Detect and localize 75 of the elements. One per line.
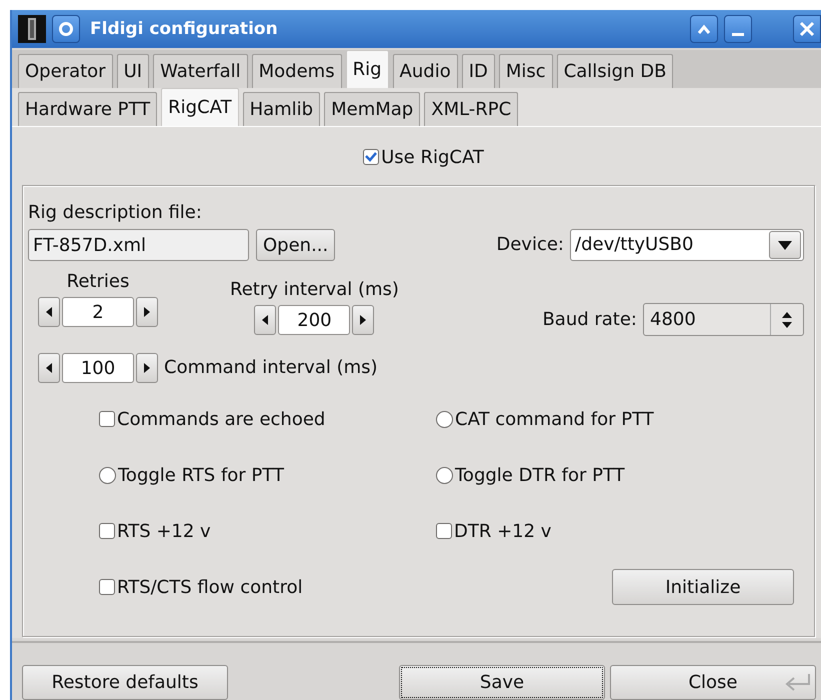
return-arrow-icon — [783, 672, 811, 692]
decrement-button[interactable] — [38, 297, 60, 327]
tab[interactable]: Callsign DB — [556, 54, 674, 88]
tab[interactable]: Misc — [498, 54, 553, 88]
tab[interactable]: Operator — [18, 54, 113, 88]
option-label: RTS +12 v — [117, 520, 211, 542]
increment-button[interactable] — [136, 353, 158, 383]
tab[interactable]: UI — [116, 54, 150, 88]
tab[interactable]: Rig — [346, 50, 389, 88]
checkbox[interactable] — [99, 579, 115, 595]
footer-button[interactable]: Close — [610, 665, 816, 700]
option-label: DTR +12 v — [454, 520, 552, 542]
increment-button[interactable] — [136, 297, 158, 327]
dropdown-value: /dev/ttyUSB0 — [575, 234, 694, 256]
field-label: Device: — [496, 234, 564, 256]
checkbox[interactable] — [363, 149, 380, 165]
device-dropdown[interactable]: /dev/ttyUSB0 — [570, 229, 804, 261]
close-button[interactable] — [793, 15, 821, 43]
right-triangle-icon — [144, 363, 150, 373]
checkbox[interactable] — [99, 411, 115, 427]
decrement-button[interactable] — [38, 353, 60, 383]
tab[interactable]: MemMap — [324, 92, 420, 126]
initialize-button[interactable]: Initialize — [612, 569, 794, 605]
left-triangle-icon — [46, 307, 52, 317]
number-field[interactable]: 100 — [62, 353, 134, 383]
footer-button[interactable]: Save — [399, 665, 605, 700]
field-label: Rig description file: — [28, 202, 203, 224]
increment-button[interactable] — [352, 305, 374, 335]
spinbox-value: 4800 — [650, 308, 696, 330]
footer-button[interactable]: Restore defaults — [22, 665, 228, 700]
checkbox[interactable] — [436, 523, 452, 539]
tab[interactable]: Modems — [252, 54, 342, 88]
tab[interactable]: Waterfall — [153, 54, 248, 88]
tab[interactable]: Hardware PTT — [18, 92, 158, 126]
radio-button[interactable] — [99, 466, 116, 484]
number-field[interactable]: 200 — [278, 305, 350, 335]
tab[interactable]: ID — [462, 54, 495, 88]
left-triangle-icon — [46, 363, 52, 373]
minimize-icon — [732, 33, 744, 36]
tab[interactable]: RigCAT — [161, 88, 239, 126]
tab[interactable]: XML-RPC — [424, 92, 518, 126]
spinner-label: Retries — [66, 271, 130, 293]
circle-icon — [58, 21, 74, 37]
option-label: Toggle DTR for PTT — [455, 464, 625, 486]
minimize-button[interactable] — [724, 15, 752, 43]
radio-button[interactable] — [436, 410, 453, 428]
app-logo-icon — [18, 15, 46, 43]
left-triangle-icon — [262, 315, 268, 325]
number-field[interactable]: 2 — [62, 297, 134, 327]
right-triangle-icon — [360, 315, 366, 325]
tab[interactable]: Hamlib — [242, 92, 320, 126]
field-label: Baud rate: — [542, 308, 637, 330]
open-button[interactable]: Open... — [256, 229, 336, 261]
spinner-label: Retry interval (ms) — [230, 279, 399, 301]
option-label: CAT command for PTT — [455, 408, 654, 430]
right-triangle-icon — [144, 307, 150, 317]
spinner-label: Command interval (ms) — [164, 357, 378, 379]
tab[interactable]: Audio — [392, 54, 458, 88]
baud-rate-spinbox[interactable]: 4800 — [643, 303, 804, 336]
window-menu-button[interactable] — [52, 15, 80, 43]
up-down-icon — [782, 312, 792, 328]
decrement-button[interactable] — [254, 305, 276, 335]
close-icon — [799, 21, 815, 37]
checkbox[interactable] — [99, 523, 115, 539]
option-label: Toggle RTS for PTT — [118, 464, 284, 486]
down-triangle-icon — [778, 240, 792, 250]
checkmark-icon — [365, 152, 378, 162]
file-name-field[interactable]: FT-857D.xml — [28, 229, 249, 261]
option-label: Commands are echoed — [117, 408, 326, 430]
option-label: Use RigCAT — [381, 146, 484, 168]
option-label: RTS/CTS flow control — [117, 576, 303, 598]
caret-up-icon — [697, 24, 711, 34]
window-title: Fldigi configuration — [90, 19, 279, 39]
shade-button[interactable] — [690, 15, 718, 43]
radio-button[interactable] — [436, 466, 453, 484]
